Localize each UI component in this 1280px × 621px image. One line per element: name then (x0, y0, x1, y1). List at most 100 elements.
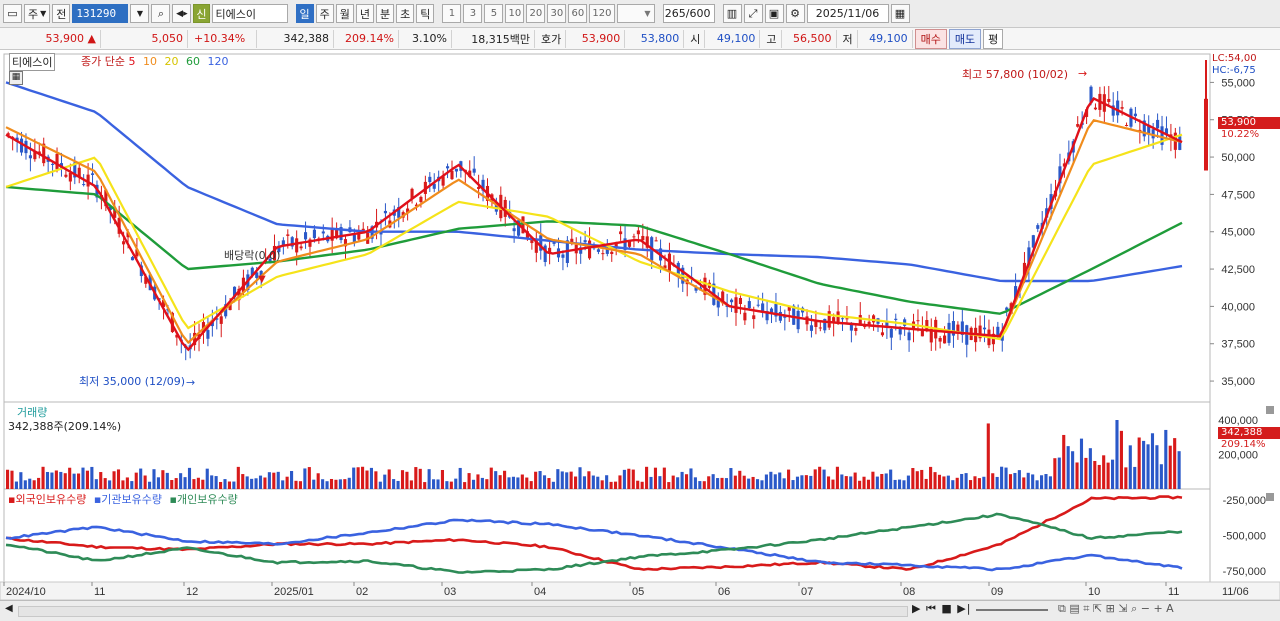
volume-bar (795, 476, 800, 489)
date-field[interactable]: 2025/11/06 (806, 4, 889, 23)
volume-bar (902, 480, 906, 489)
search-icon[interactable]: ⌕ (151, 4, 171, 23)
speaker-icon[interactable]: ◀▸ (172, 4, 192, 23)
volume-rate-tag: 209.14% (1221, 439, 1266, 450)
chart-tools-icons[interactable]: ⧉ ▤ ⌗ ⇱ ⊞ ⇲ ⌕ − + A (1058, 602, 1174, 616)
minute-option[interactable]: 10 (505, 4, 525, 23)
quote-label: 호가 (537, 29, 567, 48)
minute-option[interactable]: 5 (484, 4, 504, 23)
period-select-label: 주 (28, 7, 39, 21)
candle-body (752, 315, 756, 320)
playback-controls[interactable]: ▶ ⏮ ■ ▶| (912, 602, 971, 616)
minute-option[interactable]: 1 (442, 4, 462, 23)
volume-bar (565, 472, 569, 489)
toolbar: ▭ 주 ▼ 전 131290 ▼ ⌕ ◀▸ 신 티에스이 일 주 월 년 분 초 … (0, 0, 1280, 28)
volume-bar (667, 482, 671, 489)
stock-name-field[interactable]: 티에스이 (211, 4, 288, 23)
volume-bar (1048, 476, 1052, 489)
low-label: 저 (839, 29, 858, 48)
volume-bar (1102, 455, 1106, 489)
volume-bar (72, 473, 76, 489)
candle-body (446, 166, 450, 169)
interval-tab-minute[interactable]: 분 (376, 4, 395, 23)
volume-bar (534, 471, 538, 489)
candle-body (472, 168, 476, 173)
candle-style-icon[interactable]: ▥ (722, 4, 742, 23)
interval-tab-tick[interactable]: 틱 (416, 4, 435, 23)
calendar-icon[interactable]: ▦ (890, 4, 910, 23)
low-price: 49,100 (860, 29, 913, 48)
stock-code-input[interactable]: 131290 (72, 4, 129, 23)
volume-bar (804, 475, 808, 489)
minute-option[interactable]: 20 (526, 4, 546, 23)
volume-bar (183, 477, 187, 489)
volume-bar (893, 479, 897, 489)
minute-option[interactable]: 60 (568, 4, 588, 23)
chart-canvas[interactable]: 55,00052,50050,00047,50045,00042,50040,0… (0, 50, 1280, 600)
table-toggle-icon[interactable]: ▦ (9, 71, 23, 85)
candle-body (82, 184, 86, 186)
volume-bar (290, 470, 294, 489)
prev-button[interactable]: 전 (52, 4, 71, 23)
window-icon[interactable]: ▭ (3, 4, 22, 23)
volume-bar (791, 480, 795, 489)
volume-bar (702, 481, 706, 489)
high-arrow-icon: → (1078, 67, 1087, 80)
volume-bar (1035, 480, 1039, 489)
volume-bar (489, 467, 493, 489)
candle-body (889, 328, 893, 338)
volume-bar (618, 475, 622, 489)
interval-tab-month[interactable]: 월 (335, 4, 354, 23)
volume-bar (192, 479, 196, 489)
horizontal-scrollbar[interactable] (18, 606, 908, 617)
custom-interval-select[interactable]: ▼ (616, 4, 655, 23)
open-price: 49,100 (707, 29, 761, 48)
eval-button[interactable]: 평 (983, 28, 1004, 49)
buy-button[interactable]: 매수 (914, 28, 947, 49)
volume-bar (116, 469, 121, 489)
panel-close-icon[interactable] (1266, 493, 1274, 501)
minute-option[interactable]: 30 (547, 4, 567, 23)
minute-option[interactable]: 120 (589, 4, 615, 23)
chart-area[interactable]: 55,00052,50050,00047,50045,00042,50040,0… (0, 50, 1280, 600)
volume-bar (272, 472, 276, 489)
volume-bar (134, 472, 138, 489)
volume-bar (427, 469, 431, 489)
interval-tab-year[interactable]: 년 (355, 4, 375, 23)
volume-bar (658, 476, 662, 489)
period-count-field[interactable]: 265/600 (662, 4, 715, 23)
candle-body (68, 172, 72, 182)
volume-bar (960, 473, 964, 489)
volume-bar (298, 481, 302, 489)
interval-tab-second[interactable]: 초 (396, 4, 415, 23)
volume-bar (294, 480, 298, 489)
volume-bar (782, 478, 786, 489)
drawing-tool-icon[interactable]: ⤢ (743, 4, 763, 23)
volume-tick-label: 400,000 (1218, 415, 1258, 427)
legend-institution-label: 기관보유수량 (101, 493, 163, 506)
volume-bar (409, 480, 413, 489)
interval-tab-week[interactable]: 주 (315, 4, 334, 23)
code-dropdown-icon[interactable]: ▼ (130, 4, 150, 23)
scroll-left-icon[interactable]: ◀ (5, 603, 13, 614)
gear-icon[interactable]: ⚙ (785, 4, 805, 23)
volume-bar (991, 473, 995, 489)
x-tick-label: 06 (718, 586, 730, 598)
volume-bar (365, 470, 369, 489)
zoom-slider[interactable] (976, 609, 1048, 611)
save-icon[interactable]: ▣ (764, 4, 784, 23)
volume-bar (1039, 475, 1044, 489)
minute-option[interactable]: 3 (463, 4, 483, 23)
volume-bar (361, 466, 365, 489)
volume-bar (889, 469, 893, 489)
interval-tab-day[interactable]: 일 (295, 4, 314, 23)
volume-bar (1031, 474, 1035, 489)
volume-value-label: 342,388주(209.14%) (8, 420, 122, 433)
volume-bar (875, 476, 879, 489)
volume-bar (458, 467, 462, 489)
volume-bar (787, 469, 791, 489)
volume-bar (227, 481, 231, 489)
panel-close-icon[interactable] (1266, 406, 1274, 414)
period-select[interactable]: 주 ▼ (24, 4, 51, 23)
sell-button[interactable]: 매도 (948, 28, 982, 49)
